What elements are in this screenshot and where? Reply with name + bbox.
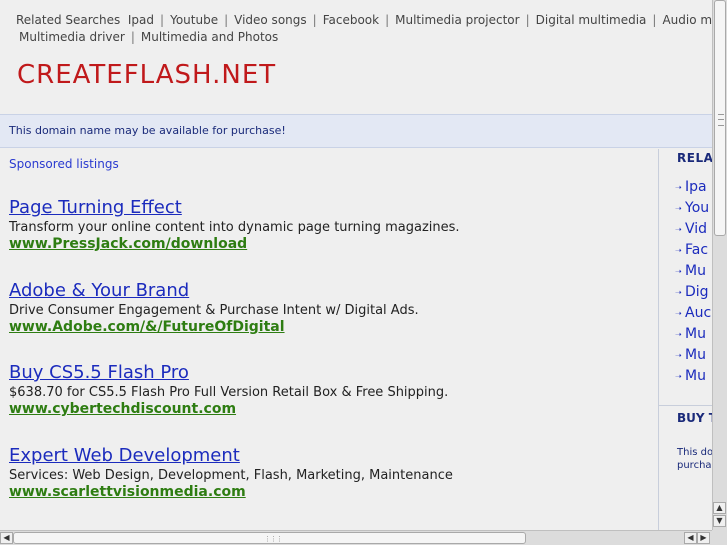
- listing-description: $638.70 for CS5.5 Flash Pro Full Version…: [9, 385, 449, 400]
- related-link-multimedia-and-photos[interactable]: Multimedia and Photos: [141, 30, 278, 44]
- up-arrow-icon[interactable]: ▲: [713, 502, 726, 514]
- listing-url[interactable]: www.cybertechdiscount.com: [9, 401, 448, 418]
- listing-description: Drive Consumer Engagement & Purchase Int…: [9, 303, 419, 318]
- sidebar-list: ➝ Ipa ➝ You ➝ Vid ➝ Fac ➝ Mu ➝ Dig ➝ Auc ➝ Mu ➝ M…: [675, 177, 711, 387]
- listing-url[interactable]: www.PressJack.com/download: [9, 236, 460, 253]
- site-title: CREATEFLASH.NET: [17, 60, 277, 90]
- listing: Expert Web Development Services: Web Des…: [9, 445, 453, 501]
- arrow-bullet-icon: ➝: [675, 288, 682, 297]
- vertical-scroll-thumb[interactable]: [714, 0, 726, 236]
- vertical-scrollbar[interactable]: ▲ ▼: [712, 0, 727, 530]
- listing-title[interactable]: Page Turning Effect: [9, 197, 460, 219]
- grip-icon: ⋮⋮⋮: [264, 535, 283, 543]
- arrow-bullet-icon: ➝: [675, 372, 682, 381]
- related-searches-line-1: Related Searches Ipad | Youtube | Video song…: [16, 13, 712, 27]
- related-link-youtube[interactable]: Youtube: [170, 13, 218, 27]
- listing-url[interactable]: www.scarlettvisionmedia.com: [9, 484, 453, 501]
- listing-title[interactable]: Adobe & Your Brand: [9, 280, 419, 302]
- sidebar-buy-note-line-2: purcha: [677, 460, 712, 471]
- arrow-bullet-icon: ➝: [675, 183, 682, 192]
- left-arrow-icon[interactable]: ◀: [684, 532, 697, 544]
- down-arrow-icon[interactable]: ▼: [713, 515, 726, 527]
- domain-notice-text[interactable]: This domain name may be available for pu…: [9, 124, 286, 137]
- arrow-bullet-icon: ➝: [675, 204, 682, 213]
- arrow-bullet-icon: ➝: [675, 246, 682, 255]
- related-link-ipad[interactable]: Ipad: [128, 13, 154, 27]
- sidebar-buy-note: This do purcha: [677, 446, 713, 472]
- listing-description: Services: Web Design, Development, Flash…: [9, 468, 453, 483]
- grip-icon: [718, 114, 724, 126]
- related-link-multimedia-driver[interactable]: Multimedia driver: [19, 30, 125, 44]
- sidebar-item[interactable]: ➝ You: [675, 198, 711, 219]
- related-sidebar: RELA ➝ Ipa ➝ You ➝ Vid ➝ Fac ➝ Mu ➝ Dig ➝ Auc ➝…: [658, 149, 713, 530]
- related-link-multimedia-projector[interactable]: Multimedia projector: [395, 13, 519, 27]
- sidebar-item[interactable]: ➝ Mu: [675, 345, 711, 366]
- listing-title[interactable]: Expert Web Development: [9, 445, 453, 467]
- sidebar-buy-heading: BUY T: [677, 411, 713, 425]
- listing-url[interactable]: www.Adobe.com/&/FutureOfDigital: [9, 319, 419, 336]
- related-link-digital-multimedia[interactable]: Digital multimedia: [536, 13, 647, 27]
- listing: Buy CS5.5 Flash Pro $638.70 for CS5.5 Fl…: [9, 362, 448, 418]
- arrow-bullet-icon: ➝: [675, 351, 682, 360]
- sidebar-divider: [659, 405, 713, 406]
- arrow-bullet-icon: ➝: [675, 330, 682, 339]
- sidebar-item[interactable]: ➝ Auc: [675, 303, 711, 324]
- related-searches-bar: Related Searches Ipad | Youtube | Video song…: [0, 0, 712, 110]
- scrollbar-corner: [712, 530, 727, 545]
- related-searches-line-2: Multimedia driver | Multimedia and Photos: [19, 30, 279, 44]
- sidebar-item[interactable]: ➝ Mu: [675, 324, 711, 345]
- sidebar-item[interactable]: ➝ Fac: [675, 240, 711, 261]
- left-arrow-icon[interactable]: ◀: [0, 532, 13, 544]
- sponsored-listings-label: Sponsored listings: [9, 157, 119, 171]
- related-link-audio-multimedia[interactable]: Audio multimedia: [662, 13, 712, 27]
- right-arrow-icon[interactable]: ▶: [697, 532, 710, 544]
- listing: Adobe & Your Brand Drive Consumer Engage…: [9, 280, 419, 336]
- listing: Page Turning Effect Transform your onlin…: [9, 197, 460, 253]
- domain-notice-bar: This domain name may be available for pu…: [0, 114, 712, 148]
- sidebar-heading: RELA: [677, 151, 713, 165]
- sidebar-item[interactable]: ➝ Ipa: [675, 177, 711, 198]
- listing-title[interactable]: Buy CS5.5 Flash Pro: [9, 362, 448, 384]
- arrow-bullet-icon: ➝: [675, 309, 682, 318]
- related-searches-label: Related Searches: [16, 13, 121, 27]
- related-link-video-songs[interactable]: Video songs: [234, 13, 307, 27]
- sidebar-item[interactable]: ➝ Mu: [675, 261, 711, 282]
- sidebar-item[interactable]: ➝ Mu: [675, 366, 711, 387]
- related-link-facebook[interactable]: Facebook: [323, 13, 379, 27]
- horizontal-scrollbar[interactable]: ◀ ⋮⋮⋮ ◀ ▶: [0, 530, 712, 545]
- sidebar-item[interactable]: ➝ Dig: [675, 282, 711, 303]
- listing-description: Transform your online content into dynam…: [9, 220, 460, 235]
- horizontal-scroll-thumb[interactable]: ⋮⋮⋮: [13, 532, 526, 544]
- sidebar-item[interactable]: ➝ Vid: [675, 219, 711, 240]
- sidebar-buy-note-line-1: This do: [677, 447, 713, 458]
- arrow-bullet-icon: ➝: [675, 225, 682, 234]
- arrow-bullet-icon: ➝: [675, 267, 682, 276]
